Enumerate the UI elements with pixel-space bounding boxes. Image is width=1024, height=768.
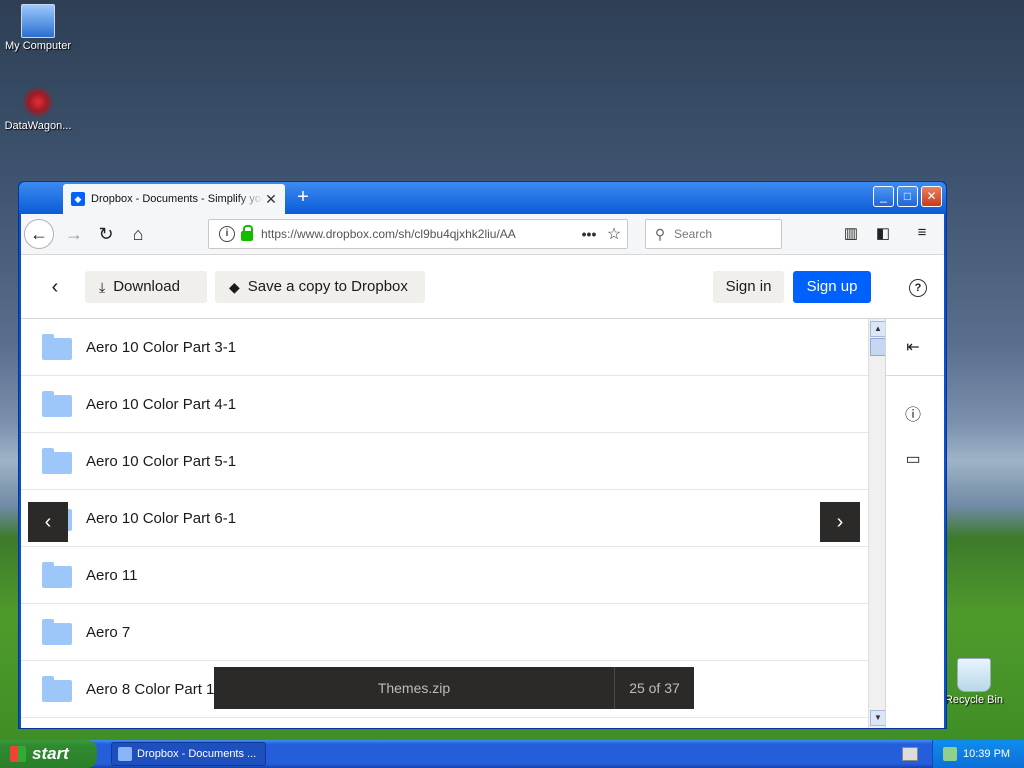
trash-icon: [957, 658, 991, 692]
folder-icon: [42, 619, 72, 645]
list-item[interactable]: Aero 10 Color Part 5-1: [21, 433, 868, 490]
menu-icon[interactable]: ≡: [912, 224, 932, 244]
browser-tab[interactable]: ◆ Dropbox - Documents - Simplify your ✕: [63, 184, 285, 214]
search-placeholder: Search: [674, 227, 713, 241]
info-icon[interactable]: i: [219, 226, 235, 242]
item-name: Aero 11: [86, 566, 138, 584]
divider: [886, 375, 944, 376]
item-name: Aero 7: [86, 623, 131, 641]
comment-icon[interactable]: ▭: [903, 449, 923, 469]
next-file-button[interactable]: ›: [820, 502, 860, 542]
bookmark-star-icon[interactable]: ☆: [601, 224, 627, 244]
previous-file-button[interactable]: ‹: [28, 502, 68, 542]
system-tray: 10:39 PM: [932, 740, 1024, 768]
item-name: Aero 10 Color Part 5-1: [86, 452, 237, 470]
item-name: Aero 10 Color Part 4-1: [86, 395, 237, 413]
file-name: Themes.zip: [377, 680, 451, 696]
dropbox-favicon-icon: ◆: [71, 192, 85, 206]
collapse-panel-icon[interactable]: ⇤: [903, 337, 923, 357]
page-actions-icon[interactable]: •••: [577, 226, 601, 242]
item-name: Aero 10 Color Part 3-1: [86, 338, 237, 356]
list-item[interactable]: Aero 7: [21, 604, 868, 661]
sidebar-toggle-icon[interactable]: ◧: [873, 224, 893, 244]
task-label: Dropbox - Documents ...: [137, 748, 257, 760]
navigation-toolbar: ← → ↻ ⌂ i https://www.dropbox.com/sh/cl9…: [21, 214, 944, 255]
file-footer: Themes.zip 25 of 37: [214, 667, 694, 709]
windows-logo-icon: [10, 746, 26, 762]
download-icon: ⤓: [99, 279, 106, 295]
network-icon[interactable]: [943, 747, 957, 761]
save-label: Save a copy to Dropbox: [247, 278, 408, 295]
computer-icon: [21, 4, 55, 38]
desktop-icon-label: Recycle Bin: [944, 694, 1004, 706]
list-item[interactable]: Aero 11: [21, 547, 868, 604]
side-panel: ⇤ ⓘ ▭: [885, 319, 944, 728]
keyboard-icon[interactable]: [902, 747, 918, 761]
dropbox-icon: ◆: [229, 279, 240, 295]
datawagon-icon[interactable]: DataWagon...: [1, 86, 75, 132]
address-bar[interactable]: i https://www.dropbox.com/sh/cl9bu4qjxhk…: [208, 219, 628, 249]
folder-icon: [42, 391, 72, 417]
home-button[interactable]: ⌂: [123, 219, 153, 249]
tab-bar: ◆ Dropbox - Documents - Simplify your ✕ …: [19, 182, 946, 214]
browser-window: ◆ Dropbox - Documents - Simplify your ✕ …: [18, 181, 947, 729]
clock: 10:39 PM: [963, 748, 1011, 760]
scroll-up-icon[interactable]: ▲: [870, 321, 886, 337]
folder-icon: [42, 448, 72, 474]
download-button[interactable]: ⤓ Download: [85, 271, 207, 303]
back-chevron-button[interactable]: ‹: [45, 271, 65, 303]
recycle-bin-icon[interactable]: Recycle Bin: [937, 658, 1011, 706]
close-window-button[interactable]: ✕: [921, 186, 942, 207]
lock-icon: [241, 225, 253, 241]
file-position: 25 of 37: [614, 667, 694, 709]
taskbar: start Dropbox - Documents ... 10:39 PM: [0, 740, 1024, 768]
item-name: Aero 10 Color Part 6-1: [86, 509, 237, 527]
desktop-icon-label: DataWagon...: [4, 120, 72, 132]
desktop-icon-label: My Computer: [4, 40, 72, 52]
list-item[interactable]: Aero 10 Color Part 6-1: [21, 490, 868, 547]
help-icon[interactable]: ?: [909, 279, 927, 297]
info-icon[interactable]: ⓘ: [903, 401, 923, 424]
save-to-dropbox-button[interactable]: ◆ Save a copy to Dropbox: [215, 271, 425, 303]
dropbox-header: ‹ ⤓ Download ◆ Save a copy to Dropbox Si…: [21, 255, 944, 319]
minimize-button[interactable]: _: [873, 186, 894, 207]
tab-title: Dropbox - Documents - Simplify your: [91, 193, 263, 205]
item-name: Aero 8 Color Part 1: [86, 680, 215, 698]
search-icon: ⚲: [654, 225, 666, 242]
folder-icon: [42, 676, 72, 702]
folder-icon: [42, 562, 72, 588]
list-item[interactable]: Aero 10 Color Part 3-1: [21, 319, 868, 376]
folder-icon: [42, 334, 72, 360]
search-input[interactable]: ⚲ Search: [645, 219, 782, 249]
taskbar-item-browser[interactable]: Dropbox - Documents ...: [111, 742, 266, 766]
back-button[interactable]: ←: [24, 219, 54, 249]
shortcut-icon: [22, 86, 54, 118]
new-tab-button[interactable]: +: [291, 186, 315, 209]
start-label: start: [32, 744, 69, 763]
browser-icon: [118, 747, 132, 761]
download-label: Download: [113, 278, 180, 295]
sign-up-button[interactable]: Sign up: [793, 271, 871, 303]
maximize-button[interactable]: □: [897, 186, 918, 207]
sign-in-button[interactable]: Sign in: [713, 271, 784, 303]
list-item[interactable]: Aero 10 Color Part 4-1: [21, 376, 868, 433]
library-icon[interactable]: ▥: [841, 224, 861, 244]
forward-button[interactable]: →: [59, 219, 89, 249]
url-text[interactable]: https://www.dropbox.com/sh/cl9bu4qjxhk2l…: [261, 227, 577, 241]
page-content: ‹ ⤓ Download ◆ Save a copy to Dropbox Si…: [21, 255, 944, 728]
tab-close-icon[interactable]: ✕: [263, 191, 279, 208]
my-computer-icon[interactable]: My Computer: [1, 4, 75, 52]
reload-button[interactable]: ↻: [91, 219, 121, 249]
start-button[interactable]: start: [0, 740, 97, 768]
scroll-thumb[interactable]: [870, 338, 886, 356]
scroll-down-icon[interactable]: ▼: [870, 710, 886, 726]
scrollbar[interactable]: ▲ ▼: [868, 319, 886, 728]
